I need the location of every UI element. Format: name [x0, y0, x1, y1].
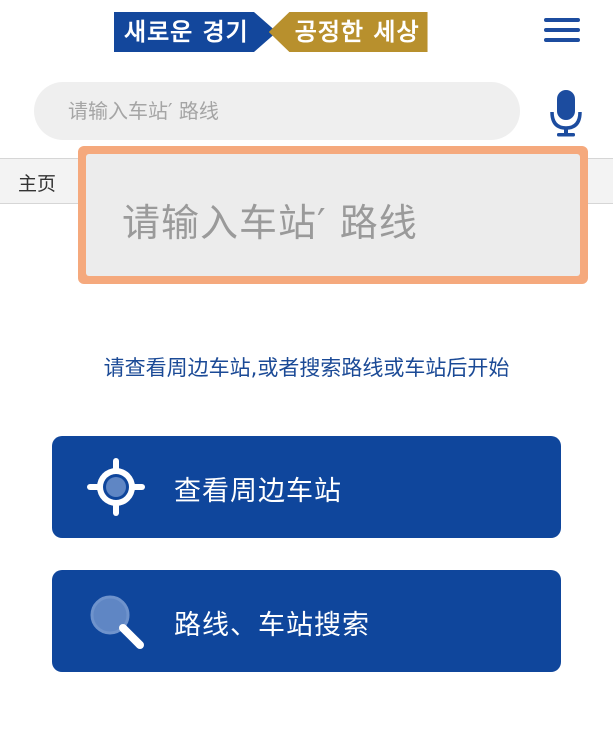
hamburger-menu-icon[interactable]: [544, 18, 580, 48]
search-input[interactable]: [34, 82, 498, 140]
route-station-search-button[interactable]: 路线、车站搜索: [52, 570, 561, 672]
zoom-tooltip-text: 请输入车站′ 路线: [122, 201, 418, 245]
logo-right-text: 공정한 세상: [268, 12, 428, 52]
search-bar: [34, 82, 520, 140]
nearby-stations-label: 查看周边车站: [174, 476, 342, 507]
route-station-search-label: 路线、车站搜索: [174, 610, 370, 641]
microphone-icon[interactable]: [548, 88, 584, 138]
tab-home[interactable]: 主页: [18, 169, 56, 196]
zoom-tooltip-inner: 请输入车站′ 路线: [86, 154, 580, 276]
location-target-icon: [86, 457, 146, 517]
zoom-tooltip: 请输入车站′ 路线: [78, 146, 588, 284]
app-header: 새로운 경기 공정한 세상: [0, 0, 613, 70]
nearby-stations-button[interactable]: 查看周边车站: [52, 436, 561, 538]
logo-left-text: 새로운 경기: [114, 12, 277, 52]
start-hint: 请查看周边车站,或者搜索路线或车站后开始: [103, 356, 510, 380]
gyeonggi-logo[interactable]: 새로운 경기 공정한 세상: [114, 12, 428, 52]
magnifier-icon: [86, 591, 146, 651]
